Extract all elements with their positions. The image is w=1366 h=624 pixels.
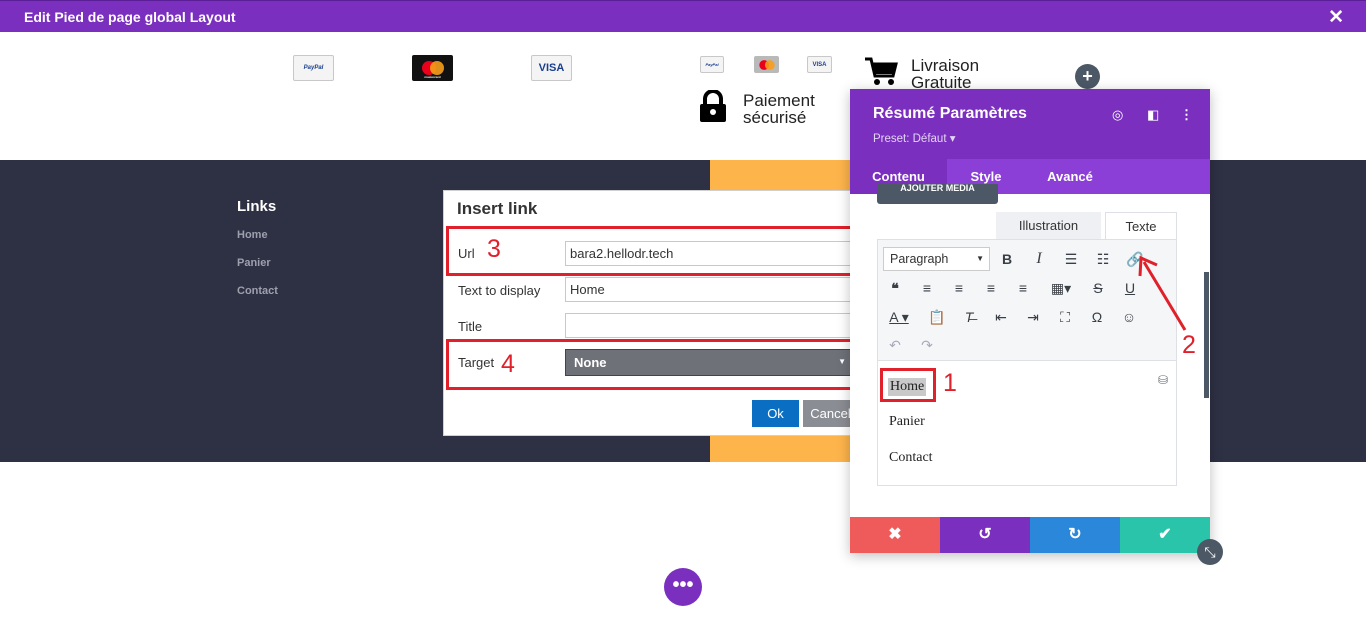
mastercard-logo-text: mastercard [424,75,441,79]
align-center-icon[interactable]: ≡ [947,277,971,299]
tab-avance[interactable]: Avancé [1030,159,1110,194]
text-to-display-label: Text to display [458,283,541,298]
shopping-cart-icon [865,57,898,85]
clear-format-icon[interactable]: T̶ [957,306,981,328]
builder-screen: Edit Pied de page global Layout ✕ PayPal… [0,0,1366,624]
text-to-display-input[interactable]: Home [565,277,854,302]
panel-footer: ✖ ↺ ↻ ✔ [850,517,1210,553]
sidebar-toggle-icon[interactable]: ◧ [1147,107,1159,123]
footer-link-panier[interactable]: Panier [237,257,271,269]
dialog-title: Insert link [457,199,538,218]
panel-header: Résumé Paramètres Preset: Défaut ▾ ◎ ◧ ⋮ [850,89,1210,159]
undo-icon[interactable]: ↶ [883,334,907,356]
mastercard-logo-small [754,56,779,73]
add-module-button[interactable]: + [1075,64,1100,89]
resize-handle-icon[interactable]: ⤡ [1197,539,1223,565]
link-icon[interactable]: 🔗 [1123,248,1147,270]
outdent-icon[interactable]: ⇤ [989,306,1013,328]
visa-logo: VISA [531,55,572,81]
annotation-number-4: 4 [501,350,515,378]
fullscreen-icon[interactable]: ⛶ [1053,306,1077,328]
mastercard-circles [421,61,444,75]
align-left-icon[interactable]: ≡ [915,277,939,299]
paypal-logo-small-text: PayPal [705,62,719,67]
links-heading: Links [237,198,277,215]
settings-panel: Résumé Paramètres Preset: Défaut ▾ ◎ ◧ ⋮… [850,89,1210,553]
paragraph-format-value: Paragraph [890,252,949,266]
caret-down-icon: ▼ [976,254,984,263]
visa-logo-small-text: VISA [812,61,827,68]
footer-link-home[interactable]: Home [237,229,268,241]
secure-payment-line-1: Paiement [743,91,815,110]
free-shipping-text: Livraison Gratuite [911,57,979,91]
editor-tab-texte[interactable]: Texte [1105,212,1177,239]
redo-icon[interactable]: ↷ [915,334,939,356]
preset-selector[interactable]: Preset: Défaut ▾ [873,131,955,145]
mastercard-logo: mastercard [412,55,453,81]
paste-text-icon[interactable]: 📋 [925,306,949,328]
focus-icon[interactable]: ◎ [1112,107,1123,123]
annotation-number-1: 1 [943,369,957,397]
free-shipping-line-1: Livraison [911,56,980,75]
annotation-number-3: 3 [487,235,501,263]
undo-button[interactable]: ↺ [940,517,1030,553]
window-title: Edit Pied de page global Layout [24,9,236,25]
add-media-button[interactable]: AJOUTER MÉDIA [877,184,998,204]
visa-logo-text: VISA [538,62,565,74]
annotation-box-url [446,226,860,276]
panel-scrollbar[interactable] [1204,272,1209,398]
bold-icon[interactable]: B [995,248,1019,270]
content-item-panier[interactable]: Panier [889,414,925,430]
footer-link-contact[interactable]: Contact [237,285,278,297]
bullet-list-icon[interactable]: ☰ [1059,248,1083,270]
title-label: Title [458,319,483,334]
close-icon[interactable]: ✕ [1328,6,1344,29]
mastercard-small-circles [758,59,775,70]
align-justify-icon[interactable]: ≡ [1011,277,1035,299]
emoji-icon[interactable]: ☺ [1117,306,1141,328]
secure-payment-line-2: sécurisé [743,108,807,127]
editor-toolbar: Paragraph ▼ B I ☰ ☷ 🔗 ❝ ≡ ≡ ≡ ≡ ▦▾ S U A… [877,239,1177,361]
underline-icon[interactable]: U [1118,277,1142,299]
indent-icon[interactable]: ⇥ [1021,306,1045,328]
paragraph-format-select[interactable]: Paragraph ▼ [883,247,990,271]
align-right-icon[interactable]: ≡ [979,277,1003,299]
italic-icon[interactable]: I [1027,248,1051,270]
paypal-logo-text: PayPal [303,65,324,71]
redo-button[interactable]: ↻ [1030,517,1120,553]
panel-title: Résumé Paramètres [873,105,1027,122]
blockquote-icon[interactable]: ❝ [883,277,907,299]
text-color-icon[interactable]: A ▾ [883,306,915,328]
content-item-contact[interactable]: Contact [889,450,933,466]
strikethrough-icon[interactable]: S [1086,277,1110,299]
numbered-list-icon[interactable]: ☷ [1091,248,1115,270]
visa-logo-small: VISA [807,56,832,73]
secure-payment-text: Paiement sécurisé [743,92,815,126]
special-character-icon[interactable]: Ω [1085,306,1109,328]
builder-top-bar: Edit Pied de page global Layout ✕ [0,0,1366,32]
more-options-icon[interactable]: ⋮ [1180,107,1193,123]
paypal-logo: PayPal [293,55,334,81]
editor-tab-illustration[interactable]: Illustration [996,212,1101,239]
lock-icon [700,90,726,122]
dynamic-content-icon[interactable]: ⛁ [1158,373,1168,387]
more-options-fab[interactable]: ••• [664,568,702,606]
title-input[interactable] [565,313,854,338]
ok-button[interactable]: Ok [752,400,799,427]
paypal-logo-small: PayPal [700,56,724,73]
discard-button[interactable]: ✖ [850,517,940,553]
annotation-number-2: 2 [1182,331,1196,359]
annotation-box-home [880,368,936,402]
table-icon[interactable]: ▦▾ [1046,277,1076,299]
